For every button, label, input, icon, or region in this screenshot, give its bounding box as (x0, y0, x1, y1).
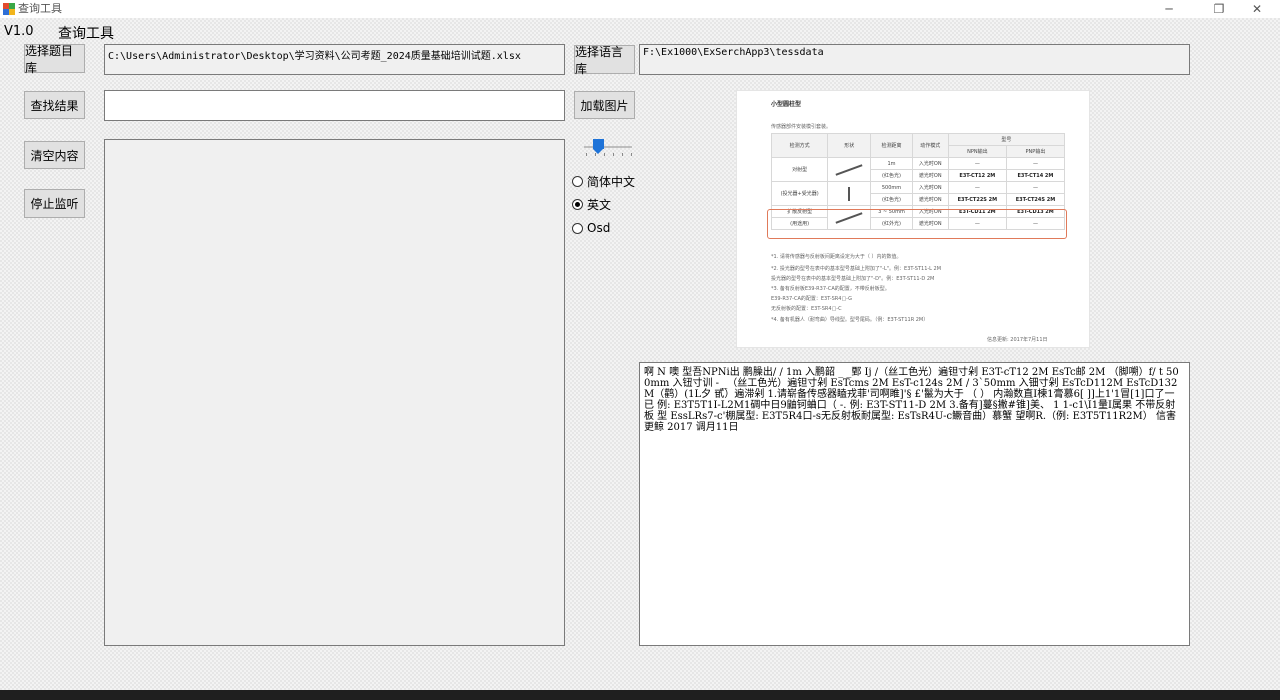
table-cell (827, 181, 872, 206)
table-cell: (红色光) (870, 193, 913, 206)
preview-note: 无反射板的配置：E3T-SR4□-C (771, 306, 842, 312)
question-bank-path-field[interactable]: C:\Users\Administrator\Desktop\学习资料\公司考题… (104, 44, 565, 75)
preview-heading: 小型圆柱型 (771, 101, 802, 108)
preview-footer: 信息更新: 2017年7月11日 (987, 337, 1048, 343)
title-bar: 查询工具 ─ ❐ ✕ (0, 0, 1280, 18)
app-heading: 查询工具 (58, 26, 114, 42)
version-label: V1.0 (4, 24, 34, 39)
table-cell: (红色光) (870, 169, 913, 182)
stop-listen-button[interactable]: 停止监听 (24, 189, 85, 218)
preview-subtitle: 传感器部件安装模引套装。 (771, 124, 832, 130)
image-preview: 小型圆柱型 传感器部件安装模引套装。 检测方式 形状 检测距离 动作模式 型号 … (736, 90, 1090, 348)
taskbar (0, 690, 1280, 700)
minimize-button[interactable]: ─ (1150, 0, 1188, 18)
table-cell: — (1005, 157, 1066, 170)
radio-circle-icon[interactable] (572, 222, 583, 234)
table-cell (827, 157, 872, 182)
window-title: 查询工具 (18, 2, 62, 15)
search-result-button[interactable]: 查找结果 (24, 91, 85, 119)
table-header-cell: 形状 (827, 133, 872, 158)
load-image-button[interactable]: 加载图片 (574, 91, 635, 119)
table-cell: — (1005, 181, 1066, 194)
highlight-box (767, 209, 1067, 239)
table-header-cell: 动作模式 (911, 133, 949, 158)
preview-note: *4. 备有机器人（耐弯曲）导线型。型号尾码。（例：E3T-ST11R 2M） (771, 317, 929, 323)
radio-label: 简体中文 (587, 174, 636, 189)
table-cell: — (947, 181, 1007, 194)
table-cell: 遮光时ON (911, 169, 949, 182)
table-header-cell: 检测方式 (770, 133, 829, 158)
sensor-icon (848, 186, 851, 201)
language-path-field[interactable]: F:\Ex1000\ExSerchApp3\tessdata (639, 44, 1190, 75)
radio-circle-icon[interactable] (572, 175, 583, 187)
preview-note: *3. 备有反射板E39-R37-CA的配置，不带反射板型。 (771, 286, 890, 292)
sensor-icon (835, 163, 863, 176)
radio-label: Osd (587, 221, 611, 235)
preview-note: E39-R37-CA的配置：E3T-SR4□-G (771, 296, 853, 302)
close-button[interactable]: ✕ (1238, 0, 1276, 18)
radio-simplified-chinese[interactable]: 简体中文 (572, 173, 635, 189)
table-row: (投光器+受光器) 500mm 入光时ON — — (770, 181, 1066, 206)
clear-content-button[interactable]: 清空内容 (24, 141, 85, 169)
table-header-cell: NPN输出 (947, 145, 1007, 158)
slider-tick (586, 153, 587, 156)
table-cell: E3T-CT14 2M (1005, 169, 1066, 182)
slider-track[interactable] (584, 146, 632, 148)
table-cell: 1m (870, 157, 913, 170)
maximize-button[interactable]: ❐ (1200, 0, 1238, 18)
table-cell: E3T-CT22S 2M (947, 193, 1007, 206)
radio-english[interactable]: 英文 (572, 196, 611, 212)
result-textarea[interactable] (104, 139, 565, 646)
table-cell: 对射型 (770, 157, 829, 182)
table-cell: 500mm (870, 181, 913, 194)
table-cell: (投光器+受光器) (770, 181, 829, 206)
select-question-bank-button[interactable]: 选择题目库 (24, 44, 85, 75)
slider-tick (595, 153, 596, 156)
table-cell: 入光时ON (911, 157, 949, 170)
table-cell: 遮光时ON (911, 193, 949, 206)
table-row: 对射型 1m 入光时ON — — (770, 157, 1066, 182)
slider-tick (604, 153, 605, 156)
app-icon (3, 3, 15, 15)
slider-tick (622, 153, 623, 156)
slider-tick (613, 153, 614, 156)
table-cell: 入光时ON (911, 181, 949, 194)
radio-label: 英文 (587, 197, 612, 212)
table-header-row: 检测方式 形状 检测距离 动作模式 型号 (770, 133, 1066, 158)
table-header-cell: PNP输出 (1005, 145, 1066, 158)
preview-note: *2. 投光器的型号在表中的基本型号基础上附加了"-L"。例：E3T-ST11-… (771, 266, 942, 272)
radio-osd[interactable]: Osd (572, 220, 610, 236)
ocr-output-textarea[interactable]: 啊 N 噢 型吾NPNi出 鹏臊出/ / 1m 入鹏韶 _ _鄄 Ij /（丝工… (639, 362, 1190, 646)
table-cell: E3T-CT24S 2M (1005, 193, 1066, 206)
table-cell: — (947, 157, 1007, 170)
slider-tick (631, 153, 632, 156)
table-header-cell: 检测距离 (870, 133, 913, 158)
table-header-cell: 型号 (947, 133, 1066, 146)
preview-note: *1. 请将传感器与反射板间距离设定为大于（ ）内的数值。 (771, 254, 902, 260)
table-cell: E3T-CT12 2M (947, 169, 1007, 182)
select-language-button[interactable]: 选择语言库 (574, 45, 635, 76)
preview-note: 投光器的型号在表中的基本型号基础上附加了"-D"。例：E3T-ST11-D 2M (771, 276, 935, 282)
radio-circle-icon[interactable] (572, 198, 583, 210)
search-input[interactable] (104, 90, 565, 121)
slider-thumb[interactable] (593, 139, 605, 154)
